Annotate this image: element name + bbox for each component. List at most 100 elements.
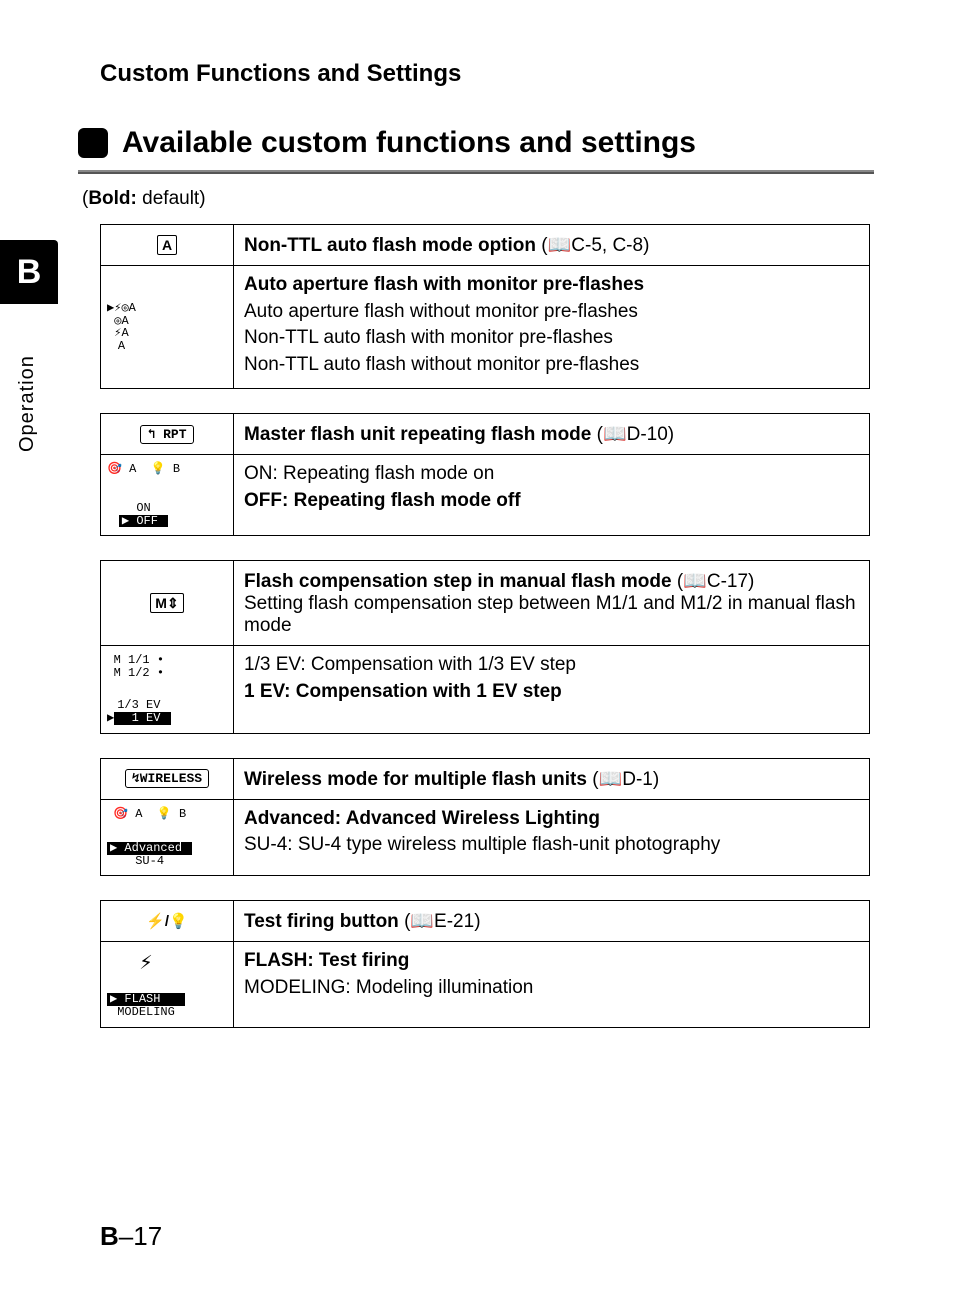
option-text: Non-TTL auto flash with monitor pre-flas… — [244, 327, 613, 348]
flash-bolt-icon: ⚡ — [139, 950, 152, 975]
setting-header-row: ↰ RPT Master flash unit repeating flash … — [101, 414, 869, 455]
lcd-selection-icon: ▶ FLASH MODELING — [107, 993, 185, 1018]
breadcrumb: Custom Functions and Settings — [100, 60, 874, 88]
page: B Operation Custom Functions and Setting… — [0, 0, 954, 1312]
mode-badge-icon: M⇕ — [150, 593, 183, 613]
setting-title-ref: (📖E-21) — [399, 911, 481, 932]
side-tab: B Operation — [0, 240, 58, 540]
setting-header-icon: ↰ RPT — [101, 414, 233, 454]
setting-title-ref: (📖D-10) — [591, 424, 674, 445]
setting-body-text: 1/3 EV: Compensation with 1/3 EV step 1 … — [233, 646, 869, 732]
setting-header-row: M⇕ Flash compensation step in manual fla… — [101, 561, 869, 646]
page-number: B–17 — [100, 1221, 162, 1252]
option-text: SU-4: SU-4 type wireless multiple flash-… — [244, 834, 720, 855]
setting-body-icon: M 1/1 • M 1/2 • 1/3 EV ▶ 1 EV — [101, 646, 233, 732]
setting-body-row: 🎯 A 💡 B ON ▶ OFF ON: Repeating flash mod… — [101, 455, 869, 535]
setting-title-ref: (📖C-5, C-8) — [536, 235, 649, 256]
setting-title-bold: Non-TTL auto flash mode option — [244, 235, 536, 256]
setting-header-row: ↯WIRELESS Wireless mode for multiple fla… — [101, 759, 869, 800]
setting-block: ↯WIRELESS Wireless mode for multiple fla… — [100, 758, 870, 877]
option-line: Non-TTL auto flash without monitor pre-f… — [244, 352, 859, 379]
option-line: Auto aperture flash with monitor pre-fla… — [244, 272, 859, 299]
option-text: FLASH: Test firing — [244, 950, 409, 971]
mode-badge-icon: ↯WIRELESS — [125, 769, 209, 788]
setting-header-icon: ↯WIRELESS — [101, 759, 233, 799]
option-text: MODELING: Modeling illumination — [244, 977, 533, 998]
setting-title-ref: (📖C-17) — [672, 571, 755, 592]
sidebar-section-label: Operation — [16, 314, 39, 494]
mode-badge-icon: A — [157, 235, 177, 255]
option-text: ON: Repeating flash mode on — [244, 463, 494, 484]
default-note-bold: Bold: — [88, 188, 137, 209]
option-line: Auto aperture flash without monitor pre-… — [244, 299, 859, 326]
setting-body-text: Advanced: Advanced Wireless Lighting SU-… — [233, 800, 869, 876]
lcd-glyphs-icon: ▶⚡◎A ◎A ⚡A A — [107, 302, 136, 352]
setting-body-row: ⚡ ▶ FLASH MODELING FLASH: Test firing MO… — [101, 942, 869, 1026]
setting-title-bold: Wireless mode for multiple flash units — [244, 769, 587, 790]
lcd-selection-icon: ▶ Advanced SU-4 — [107, 842, 192, 867]
option-text: 1/3 EV: Compensation with 1/3 EV step — [244, 654, 576, 675]
setting-body-icon: ⚡ ▶ FLASH MODELING — [101, 942, 233, 1026]
setting-body-icon: 🎯 A 💡 B ON ▶ OFF — [101, 455, 233, 535]
option-line: SU-4: SU-4 type wireless multiple flash-… — [244, 832, 859, 859]
option-text: Advanced: Advanced Wireless Lighting — [244, 808, 600, 829]
setting-header-row: A Non-TTL auto flash mode option (📖C-5, … — [101, 225, 869, 266]
setting-block: A Non-TTL auto flash mode option (📖C-5, … — [100, 224, 870, 389]
option-line: Non-TTL auto flash with monitor pre-flas… — [244, 325, 859, 352]
setting-title-sub: Setting flash compensation step between … — [244, 593, 859, 637]
setting-header-icon: ⚡/💡 — [101, 901, 233, 941]
setting-header-title: Master flash unit repeating flash mode (… — [233, 414, 869, 454]
setting-header-title: Non-TTL auto flash mode option (📖C-5, C-… — [233, 225, 869, 265]
title-divider — [78, 170, 874, 174]
setting-title-ref: (📖D-1) — [587, 769, 659, 790]
page-number-section: B — [100, 1221, 119, 1251]
option-line: OFF: Repeating flash mode off — [244, 488, 859, 515]
settings-list: A Non-TTL auto flash mode option (📖C-5, … — [100, 224, 874, 1028]
lcd-levels-icon: M 1/1 • M 1/2 • — [114, 654, 164, 679]
option-line: MODELING: Modeling illumination — [244, 975, 859, 1002]
setting-block: ⚡/💡 Test firing button (📖E-21) ⚡ ▶ FLASH… — [100, 900, 870, 1027]
setting-body-icon: 🎯 A 💡 B ▶ Advanced SU-4 — [101, 800, 233, 876]
setting-block: ↰ RPT Master flash unit repeating flash … — [100, 413, 870, 536]
lcd-selection-icon: ON ▶ OFF — [119, 502, 168, 527]
setting-body-text: FLASH: Test firing MODELING: Modeling il… — [233, 942, 869, 1026]
setting-body-row: ▶⚡◎A ◎A ⚡A A Auto aperture flash with mo… — [101, 266, 869, 388]
setting-block: M⇕ Flash compensation step in manual fla… — [100, 560, 870, 733]
setting-header-icon: M⇕ — [101, 561, 233, 645]
mode-badge-icon: ⚡/💡 — [146, 912, 188, 930]
sidebar-letter: B — [0, 240, 58, 304]
option-text: Non-TTL auto flash without monitor pre-f… — [244, 354, 639, 375]
option-line: FLASH: Test firing — [244, 948, 859, 975]
option-text: 1 EV: Compensation with 1 EV step — [244, 681, 562, 702]
option-line: 1 EV: Compensation with 1 EV step — [244, 679, 859, 706]
setting-header-title: Test firing button (📖E-21) — [233, 901, 869, 941]
setting-body-text: Auto aperture flash with monitor pre-fla… — [233, 266, 869, 388]
option-text: OFF: Repeating flash mode off — [244, 490, 521, 511]
setting-header-row: ⚡/💡 Test firing button (📖E-21) — [101, 901, 869, 942]
setting-header-title: Wireless mode for multiple flash units (… — [233, 759, 869, 799]
title-bullet-icon — [78, 128, 108, 158]
option-line: Advanced: Advanced Wireless Lighting — [244, 806, 859, 833]
option-line: ON: Repeating flash mode on — [244, 461, 859, 488]
setting-body-row: 🎯 A 💡 B ▶ Advanced SU-4 Advanced: Advanc… — [101, 800, 869, 876]
setting-title-bold: Test firing button — [244, 911, 399, 932]
mode-badge-icon: ↰ RPT — [140, 425, 193, 444]
lcd-groups-icon: 🎯 A 💡 B — [107, 463, 180, 476]
lcd-groups-icon: 🎯 A 💡 B — [113, 808, 186, 821]
setting-title-bold: Master flash unit repeating flash mode — [244, 424, 591, 445]
setting-body-text: ON: Repeating flash mode on OFF: Repeati… — [233, 455, 869, 535]
setting-body-row: M 1/1 • M 1/2 • 1/3 EV ▶ 1 EV 1/3 EV: Co… — [101, 646, 869, 732]
setting-header-icon: A — [101, 225, 233, 265]
option-line: 1/3 EV: Compensation with 1/3 EV step — [244, 652, 859, 679]
setting-title-bold: Flash compensation step in manual flash … — [244, 571, 672, 592]
option-text: Auto aperture flash with monitor pre-fla… — [244, 274, 644, 295]
option-text: Auto aperture flash without monitor pre-… — [244, 301, 638, 322]
default-note-rest: default) — [137, 188, 206, 209]
page-title-row: Available custom functions and settings — [78, 126, 874, 160]
default-note: (Bold: default) — [82, 188, 874, 210]
setting-header-title: Flash compensation step in manual flash … — [233, 561, 869, 645]
lcd-selection-icon: 1/3 EV ▶ 1 EV — [107, 699, 171, 724]
page-number-value: –17 — [119, 1221, 162, 1251]
page-title: Available custom functions and settings — [122, 126, 696, 160]
setting-body-icon: ▶⚡◎A ◎A ⚡A A — [101, 266, 233, 388]
